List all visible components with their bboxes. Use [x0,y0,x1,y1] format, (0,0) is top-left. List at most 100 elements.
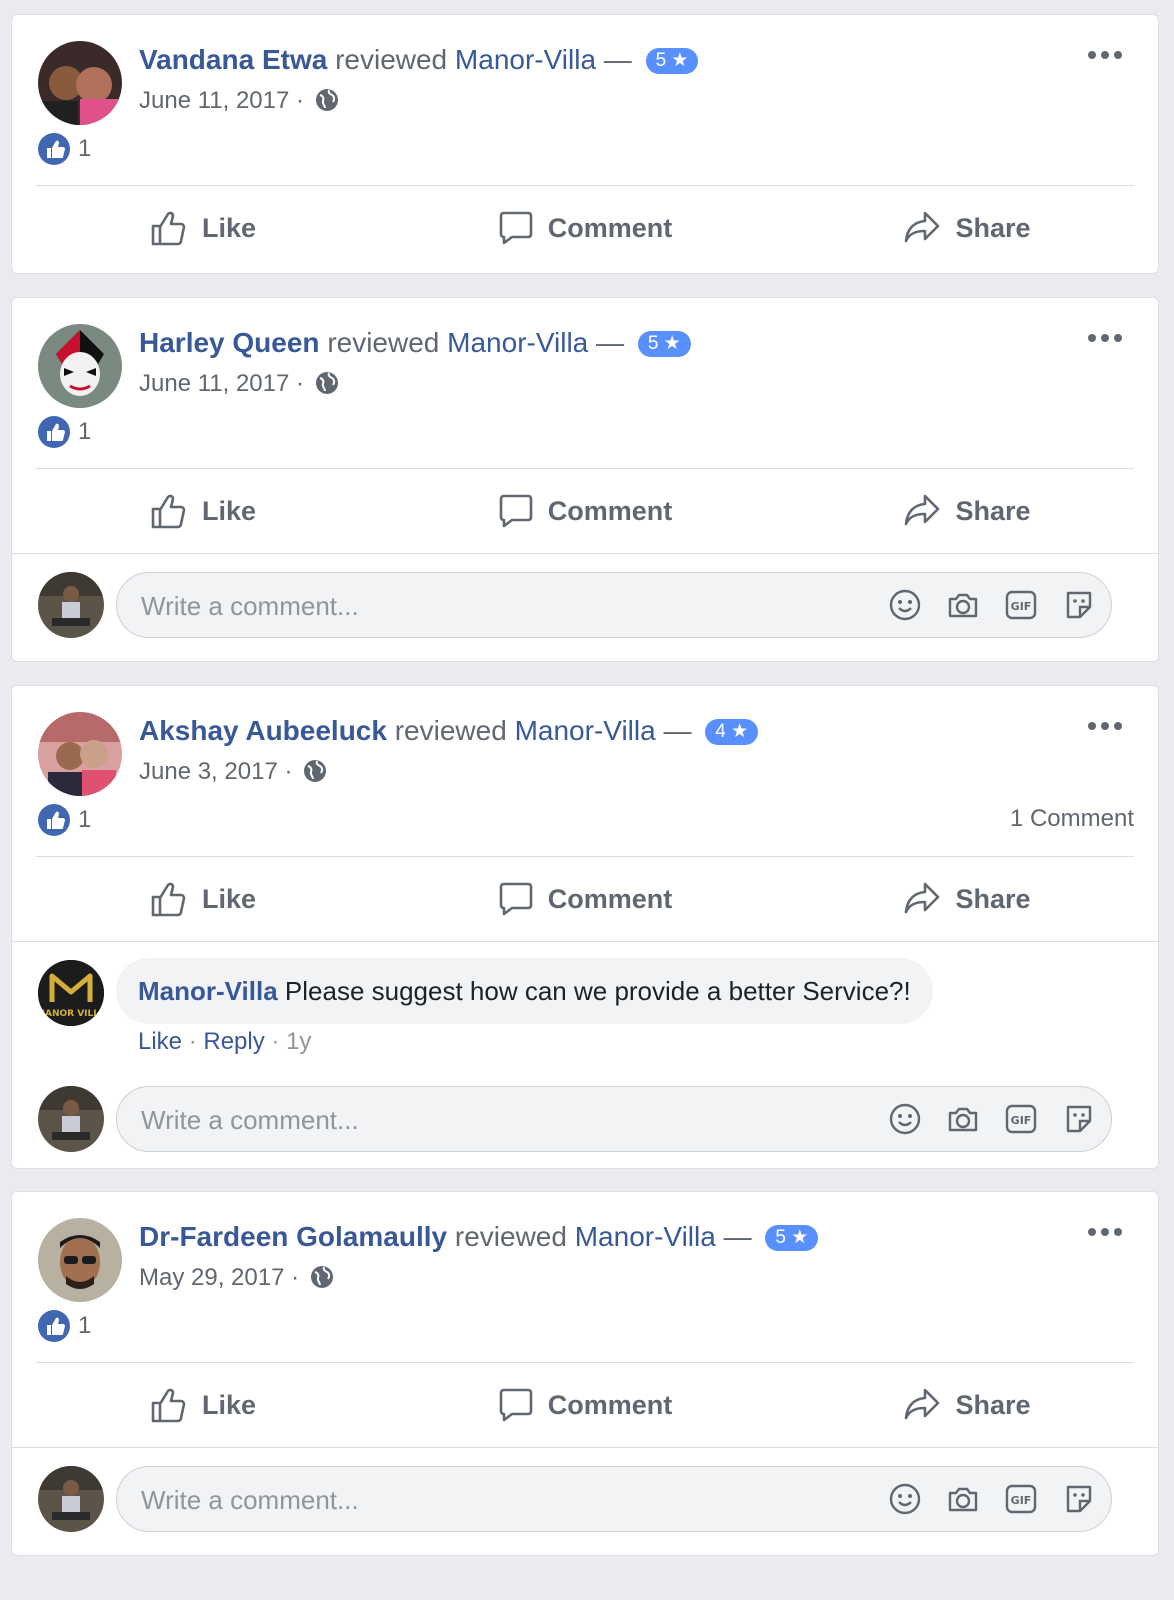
reply-author-link[interactable]: Manor-Villa [138,976,278,1006]
reviewer-name-link[interactable]: Akshay Aubeeluck [139,715,387,746]
comment-count-link[interactable]: 1 Comment [1010,805,1134,833]
globe-icon [310,1265,334,1289]
action-bar: Like Comment Share [12,469,1158,553]
reply-age[interactable]: 1y [286,1028,311,1055]
current-user-avatar[interactable] [38,1086,104,1152]
page-name-link[interactable]: Manor-Villa [455,44,596,75]
rating-badge: 5 ★ [765,1225,819,1251]
page-name-link[interactable]: Manor-Villa [515,715,656,746]
meta-separator: · [296,370,305,397]
gif-icon[interactable]: GIF [1005,1483,1037,1515]
composer-icons: GIF [889,1103,1095,1135]
like-button[interactable]: Like [12,469,394,553]
review-date-link[interactable]: June 11, 2017 [139,87,289,114]
review-date-link[interactable]: May 29, 2017 [139,1264,284,1291]
comment-label: Comment [547,1389,673,1420]
gif-icon[interactable]: GIF [1005,589,1037,621]
share-button[interactable]: Share [776,469,1158,553]
more-options-icon[interactable] [1088,716,1124,736]
smiley-icon[interactable] [889,1103,921,1135]
like-button[interactable]: Like [12,186,394,270]
current-user-avatar[interactable] [38,572,104,638]
thumbs-up-icon [151,882,186,917]
avatar[interactable] [38,712,122,796]
comment-composer: Write a comment... GIF [12,1448,1158,1552]
review-verb: reviewed [394,715,507,746]
sticker-icon[interactable] [1063,1103,1095,1135]
speech-bubble-icon [499,211,533,245]
review-card: Dr-Fardeen Golamaully reviewed Manor-Vil… [11,1191,1159,1556]
like-reaction-icon[interactable] [38,1310,70,1342]
svg-text:GIF: GIF [1011,600,1032,613]
page-name-link[interactable]: Manor-Villa [447,327,588,358]
comment-button[interactable]: Comment [394,186,776,270]
comment-composer: Write a comment... GIF [12,1068,1158,1168]
reviewer-name-link[interactable]: Vandana Etwa [139,44,327,75]
reaction-count[interactable]: 1 [78,135,91,163]
comment-button[interactable]: Comment [394,857,776,941]
avatar[interactable] [38,1218,122,1302]
more-options-icon[interactable] [1088,1222,1124,1242]
speech-bubble-icon [499,882,533,916]
current-user-avatar[interactable] [38,1466,104,1532]
like-reaction-icon[interactable] [38,804,70,836]
reviewer-name-link[interactable]: Harley Queen [139,327,320,358]
like-label: Like [201,883,257,914]
comment-label: Comment [547,495,673,526]
share-button[interactable]: Share [776,1363,1158,1447]
share-label: Share [955,883,1031,914]
sticker-icon[interactable] [1063,589,1095,621]
gif-icon[interactable]: GIF [1005,1103,1037,1135]
more-options-icon[interactable] [1088,328,1124,348]
camera-icon[interactable] [947,589,979,621]
share-button[interactable]: Share [776,857,1158,941]
action-bar: Like Comment Share [12,1363,1158,1447]
smiley-icon[interactable] [889,1483,921,1515]
review-verb: reviewed [335,44,448,75]
reaction-count[interactable]: 1 [78,1312,91,1340]
page-logo-text: MANOR VILLA [38,1009,104,1019]
page-name-link[interactable]: Manor-Villa [575,1221,716,1252]
share-arrow-icon [905,494,940,526]
sticker-icon[interactable] [1063,1483,1095,1515]
like-label: Like [201,1389,257,1420]
review-card: Akshay Aubeeluck reviewed Manor-Villa — … [11,685,1159,1169]
like-reaction-icon[interactable] [38,416,70,448]
review-date-link[interactable]: June 3, 2017 [139,758,278,785]
page-logo-avatar[interactable]: MANOR VILLA [38,960,104,1026]
smiley-icon[interactable] [889,589,921,621]
comment-input[interactable]: Write a comment... GIF [116,1086,1112,1152]
rating-badge: 5 ★ [637,331,691,357]
like-button[interactable]: Like [12,1363,394,1447]
share-arrow-icon [905,1388,940,1420]
like-reaction-icon[interactable] [38,133,70,165]
comment-button[interactable]: Comment [394,469,776,553]
reply-like-link[interactable]: Like [138,1028,182,1055]
camera-icon[interactable] [947,1103,979,1135]
title-dash: — [603,44,632,75]
meta-separator: · [284,758,293,785]
avatar[interactable] [38,41,122,125]
more-options-icon[interactable] [1088,45,1124,65]
comment-input[interactable]: Write a comment... GIF [116,572,1112,638]
like-button[interactable]: Like [12,857,394,941]
camera-icon[interactable] [947,1483,979,1515]
comment-placeholder: Write a comment... [141,591,359,621]
reaction-count[interactable]: 1 [78,806,91,834]
comment-button[interactable]: Comment [394,1363,776,1447]
like-label: Like [201,212,257,243]
reply-reply-link[interactable]: Reply [203,1028,264,1055]
reaction-count[interactable]: 1 [78,418,91,446]
reviewer-name-link[interactable]: Dr-Fardeen Golamaully [139,1221,447,1252]
review-meta: June 11, 2017 · [139,85,339,117]
rating-badge: 4 ★ [705,719,759,745]
share-button[interactable]: Share [776,186,1158,270]
avatar[interactable] [38,324,122,408]
comment-input[interactable]: Write a comment... GIF [116,1466,1112,1532]
thumbs-up-icon [151,494,186,529]
review-title: Vandana Etwa reviewed Manor-Villa — 5 ★ [139,41,699,79]
meta-separator: · [188,1028,197,1055]
reaction-row: 1 [12,123,1158,185]
review-header: Harley Queen reviewed Manor-Villa — 5 ★ … [12,298,1158,408]
review-date-link[interactable]: June 11, 2017 [139,370,289,397]
